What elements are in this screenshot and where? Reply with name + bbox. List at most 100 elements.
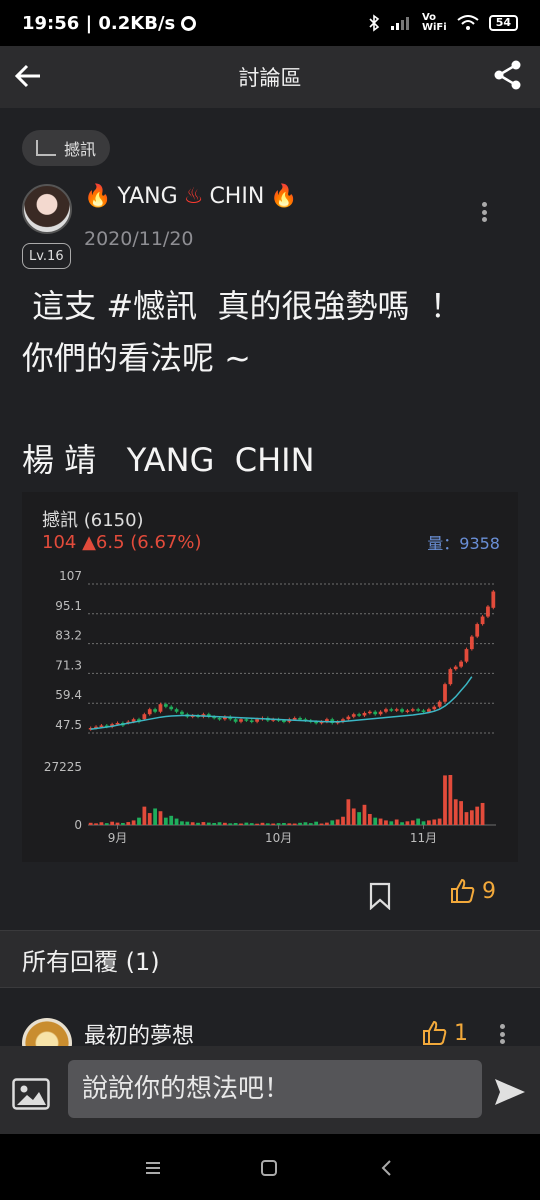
volume-bar: [260, 822, 265, 825]
reply-like-button[interactable]: 1: [422, 1020, 468, 1046]
stock-chart-card[interactable]: 107 95.1 83.2 71.3 59.4 47.5 27225 0 9月 10月 11月 撼訊…: [22, 492, 518, 862]
candle-body: [427, 709, 431, 712]
candle-body: [410, 709, 415, 711]
volume-bar: [282, 822, 286, 825]
reply-more-icon[interactable]: [490, 1022, 514, 1046]
stock-tag-chip[interactable]: 撼訊: [22, 130, 111, 166]
candle-body: [394, 709, 399, 711]
volume-bar: [351, 808, 356, 825]
candle-body: [389, 709, 394, 711]
volume-bar: [443, 775, 447, 825]
candle-body: [147, 709, 152, 715]
candle-body: [298, 717, 302, 720]
volume-bar: [459, 801, 463, 825]
thumbs-up-icon: [451, 878, 475, 903]
stock-price: 104 ▲6.5 (6.67%): [42, 532, 202, 553]
x-tick-label: 10月: [265, 831, 292, 845]
comment-bar: [0, 1046, 540, 1134]
candle-body: [405, 710, 410, 712]
candle-body: [437, 701, 442, 707]
volume-bar: [99, 822, 104, 825]
bluetooth-icon: [369, 14, 380, 32]
image-icon[interactable]: [12, 1078, 50, 1110]
page-title: 討論區: [238, 66, 302, 90]
candle-body: [373, 711, 378, 715]
volume-bar: [469, 810, 474, 825]
volume-tick-label: 0: [74, 818, 82, 832]
volume-bar: [416, 818, 421, 825]
candle-body: [346, 716, 351, 720]
price-tick-label: 107: [59, 569, 82, 583]
post-body: 這支 #憾訊 真的很強勢嗎 ！ 你們的看法呢 ~: [22, 287, 462, 377]
author-avatar[interactable]: [22, 184, 72, 234]
battery-icon: 54: [488, 15, 518, 31]
volume-bar: [362, 804, 367, 825]
reply-like-count: 1: [454, 1020, 468, 1046]
back-arrow-icon[interactable]: [12, 60, 44, 92]
post-actions: 9: [0, 876, 540, 916]
volume-bar: [400, 822, 404, 825]
candle-body: [421, 710, 426, 712]
send-icon[interactable]: [494, 1078, 526, 1106]
volume-bar: [480, 802, 485, 825]
volume-bar: [464, 812, 469, 825]
volume-bar: [335, 819, 340, 825]
volume-bar: [405, 821, 410, 825]
volume-bar: [137, 817, 141, 825]
volume-bar: [308, 823, 313, 825]
price-tick-label: 59.4: [55, 688, 82, 702]
volume-bar: [265, 823, 270, 825]
price-tick-label: 95.1: [55, 599, 82, 613]
system-nav-bar: [0, 1134, 540, 1200]
like-button[interactable]: 9: [450, 878, 496, 904]
back-icon[interactable]: [375, 1156, 399, 1180]
volume-bar: [394, 819, 399, 825]
candle-body: [249, 720, 254, 722]
volume-bar: [276, 823, 281, 825]
candle-body: [378, 711, 383, 715]
candle-body: [357, 714, 361, 716]
volume-bar: [153, 808, 157, 825]
volume-bar: [410, 820, 415, 825]
candle-body: [142, 714, 147, 720]
menu-icon[interactable]: [141, 1156, 165, 1180]
status-right: Vo WiFi 54: [368, 13, 518, 33]
author-name[interactable]: 🔥 YANG ♨ CHIN 🔥: [84, 184, 298, 209]
reply-item[interactable]: 最初的夢想 1: [0, 1006, 540, 1046]
volume-tick-label: 27225: [44, 760, 82, 774]
comment-input[interactable]: [68, 1060, 482, 1118]
price-tick-label: 83.2: [55, 629, 82, 643]
volume-bar: [142, 806, 147, 825]
candle-body: [163, 704, 168, 707]
candle-body: [367, 711, 372, 714]
volume-bar: [233, 822, 238, 825]
candle-body: [244, 719, 249, 721]
signal-icon: [390, 17, 409, 30]
volume-bar: [126, 822, 131, 825]
volume-bar: [341, 816, 345, 825]
home-icon[interactable]: [257, 1156, 281, 1180]
volume-bar: [389, 821, 394, 825]
volume-bar: [453, 799, 458, 825]
volume-bar: [201, 822, 206, 825]
status-time: 19:56 | 0.2KB/s: [22, 12, 176, 34]
volume-bar: [255, 823, 259, 825]
level-badge: Lv.16: [22, 243, 71, 269]
author-name-part2: CHIN: [209, 184, 265, 209]
volume-bar: [271, 823, 276, 825]
fire-icon: 🔥: [270, 184, 298, 209]
bookmark-icon[interactable]: [368, 882, 392, 910]
candle-body: [459, 661, 463, 667]
candle-body: [480, 616, 485, 625]
post-signature: 楊 靖 YANG CHIN: [22, 441, 315, 479]
hot-springs-icon: ♨: [183, 184, 204, 209]
share-icon[interactable]: [492, 59, 524, 91]
post-more-icon[interactable]: [472, 200, 496, 224]
candle-body: [99, 725, 104, 727]
reply-avatar[interactable]: [22, 1018, 72, 1046]
vowifi-label: Vo WiFi: [421, 12, 447, 33]
volume-bar: [180, 821, 184, 825]
volume-bar: [88, 822, 93, 825]
thumbs-up-icon: [423, 1020, 447, 1045]
volume-bar: [174, 818, 179, 825]
